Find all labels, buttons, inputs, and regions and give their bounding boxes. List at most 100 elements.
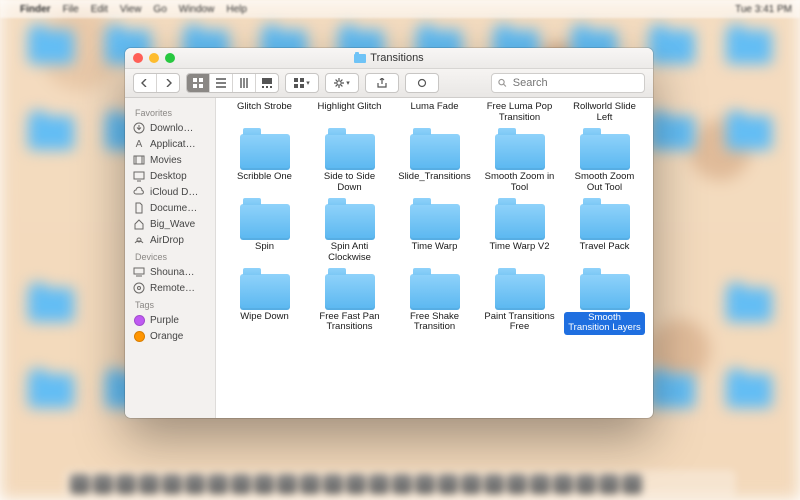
sidebar-item[interactable]: Orange (125, 328, 215, 344)
sidebar-item[interactable]: Movies (125, 152, 215, 168)
folder-item[interactable]: Slide_Transitions (392, 132, 477, 200)
folder-label: Time Warp V2 (489, 242, 549, 253)
tags-button[interactable] (405, 73, 439, 93)
dock[interactable] (64, 470, 736, 498)
folder-icon (410, 204, 460, 240)
sidebar-item[interactable]: Shouna… (125, 264, 215, 280)
computer-icon (133, 266, 145, 278)
menubar-item[interactable]: Help (226, 4, 247, 15)
folder-item[interactable]: Free Luma Pop Transition (477, 102, 562, 130)
menubar: Finder File Edit View Go Window Help Tue… (0, 0, 800, 18)
folder-item[interactable]: Rollworld Slide Left (562, 102, 647, 130)
sidebar-item[interactable]: AirDrop (125, 232, 215, 248)
window-title: Transitions (370, 52, 423, 64)
menubar-item[interactable]: Edit (91, 4, 108, 15)
icon-view-button[interactable] (187, 74, 210, 92)
sidebar-item[interactable]: Remote… (125, 280, 215, 296)
sidebar-item[interactable]: Desktop (125, 168, 215, 184)
folder-item[interactable]: Spin Anti Clockwise (307, 202, 392, 270)
gallery-view-button[interactable] (256, 74, 278, 92)
folder-item[interactable]: Highlight Glitch (307, 102, 392, 130)
menubar-clock: Tue 3:41 PM (735, 4, 792, 15)
search-field[interactable] (491, 73, 645, 93)
folder-label: Smooth Zoom in Tool (482, 172, 558, 194)
action-button[interactable]: ▾ (325, 73, 359, 93)
sidebar-item[interactable]: A Applicat… (125, 136, 215, 152)
sidebar-item-label: Applicat… (150, 139, 196, 150)
folder-item[interactable]: Spin (222, 202, 307, 270)
folder-item[interactable]: Smooth Zoom in Tool (477, 132, 562, 200)
folder-item[interactable]: Free Fast Pan Transitions (307, 272, 392, 342)
folder-item[interactable]: Free Shake Transition (392, 272, 477, 342)
sidebar-item-label: Orange (150, 331, 183, 342)
folder-item[interactable]: Wipe Down (222, 272, 307, 342)
home-icon (133, 218, 145, 230)
back-button[interactable] (134, 74, 157, 92)
folder-icon (410, 134, 460, 170)
sidebar-item[interactable]: Downlo… (125, 120, 215, 136)
apps-icon: A (133, 138, 145, 150)
titlebar[interactable]: Transitions (125, 48, 653, 69)
folder-item[interactable]: Time Warp V2 (477, 202, 562, 270)
tag-dot-icon (133, 330, 145, 342)
menubar-item[interactable]: View (120, 4, 142, 15)
folder-item[interactable]: Side to Side Down (307, 132, 392, 200)
forward-button[interactable] (157, 74, 179, 92)
folder-icon (325, 134, 375, 170)
menubar-app[interactable]: Finder (20, 4, 51, 15)
folder-label: Spin (255, 242, 274, 253)
sidebar-item-label: Remote… (150, 283, 195, 294)
sidebar-item[interactable]: iCloud D… (125, 184, 215, 200)
folder-item[interactable]: Smooth Transition Layers (562, 272, 647, 342)
sidebar-item-label: iCloud D… (150, 187, 198, 198)
folder-icon (240, 204, 290, 240)
sidebar-item[interactable]: Docume… (125, 200, 215, 216)
search-icon (498, 78, 507, 88)
folder-label: Smooth Transition Layers (564, 312, 645, 336)
sidebar-item[interactable]: Big_Wave (125, 216, 215, 232)
menubar-item[interactable]: Go (153, 4, 166, 15)
view-mode-buttons (186, 73, 279, 93)
folder-icon (495, 134, 545, 170)
folder-label: Rollworld Slide Left (567, 102, 643, 124)
list-view-button[interactable] (210, 74, 233, 92)
sidebar-item[interactable]: Purple (125, 312, 215, 328)
zoom-button[interactable] (165, 53, 175, 63)
sidebar-item-label: Big_Wave (150, 219, 195, 230)
column-view-button[interactable] (233, 74, 256, 92)
minimize-button[interactable] (149, 53, 159, 63)
folder-item[interactable]: Time Warp (392, 202, 477, 270)
toolbar: ▾ ▾ (125, 69, 653, 98)
folder-label: Paint Transitions Free (482, 312, 558, 334)
folder-item[interactable]: Smooth Zoom Out Tool (562, 132, 647, 200)
folder-item[interactable]: Travel Pack (562, 202, 647, 270)
sidebar-item-label: Shouna… (150, 267, 194, 278)
folder-item[interactable]: Scribble One (222, 132, 307, 200)
folder-item[interactable]: Glitch Strobe (222, 102, 307, 130)
folder-item[interactable]: Paint Transitions Free (477, 272, 562, 342)
folder-label: Free Fast Pan Transitions (312, 312, 388, 334)
arrange-button[interactable]: ▾ (285, 73, 319, 93)
close-button[interactable] (133, 53, 143, 63)
folder-label: Scribble One (237, 172, 292, 183)
search-input[interactable] (511, 76, 638, 90)
sidebar-item-label: Desktop (150, 171, 187, 182)
folder-label: Free Luma Pop Transition (482, 102, 558, 124)
folder-icon (580, 204, 630, 240)
folder-icon (580, 274, 630, 310)
sidebar: FavoritesDownlo…AApplicat…MoviesDesktopi… (125, 98, 216, 418)
folder-label: Slide_Transitions (398, 172, 471, 183)
share-button[interactable] (365, 73, 399, 93)
svg-text:A: A (136, 139, 143, 150)
folder-label: Luma Fade (410, 102, 458, 113)
folder-icon (495, 274, 545, 310)
movies-icon (133, 154, 145, 166)
folder-item[interactable]: Luma Fade (392, 102, 477, 130)
folder-label: Wipe Down (240, 312, 289, 323)
menubar-item[interactable]: File (63, 4, 79, 15)
sidebar-item-label: Docume… (150, 203, 197, 214)
menubar-item[interactable]: Window (179, 4, 215, 15)
finder-window: Transitions ▾ ▾ FavoritesDownlo…AApplica… (125, 48, 653, 418)
sidebar-item-label: AirDrop (150, 235, 184, 246)
content-area[interactable]: Glitch StrobeHighlight Glitch Luma Fade Fr… (216, 98, 653, 418)
